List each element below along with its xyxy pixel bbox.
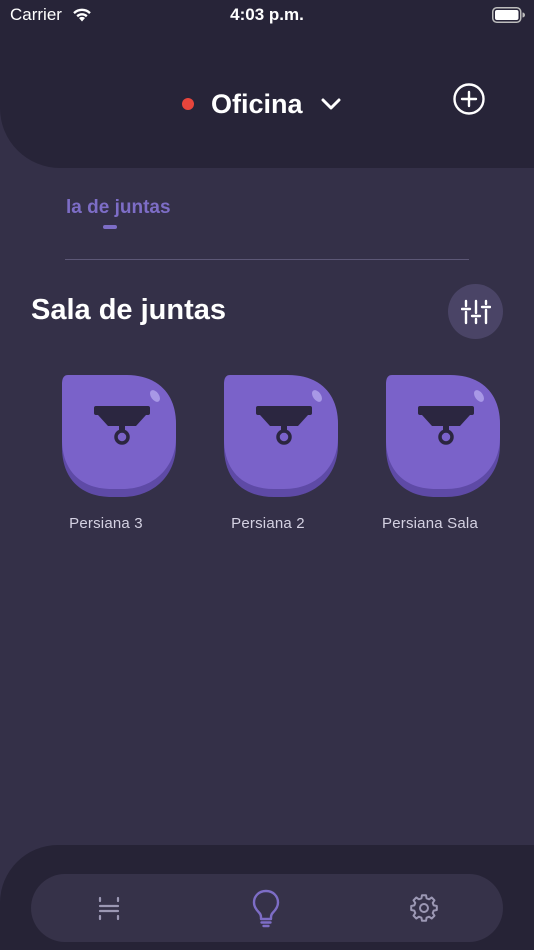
nav-item-settings[interactable]: [404, 888, 444, 928]
device-tile[interactable]: Persiana 2: [198, 375, 338, 535]
device-tile[interactable]: Persiana 3: [36, 375, 176, 535]
tab-indicator: [103, 225, 117, 229]
device-tile[interactable]: Persiana Sala: [360, 375, 500, 535]
location-name: Oficina: [211, 88, 303, 119]
device-label: Persiana 3: [69, 515, 143, 532]
bottom-nav: [31, 874, 503, 942]
status-bar: Carrier 4:03 p.m.: [0, 0, 534, 30]
location-selector[interactable]: Oficina: [182, 84, 341, 124]
sliders-icon: [460, 299, 491, 324]
chevron-down-icon: [321, 98, 341, 110]
blind-icon: [62, 375, 176, 497]
device-label: Persiana Sala: [382, 515, 478, 532]
bulb-icon: [252, 889, 280, 928]
section-title: Sala de juntas: [31, 294, 227, 326]
nav-item-devices[interactable]: [246, 888, 286, 928]
nav-item-scenes[interactable]: [89, 888, 129, 928]
device-grid: Persiana 3 Persiana 2 Persiana Sala: [0, 375, 534, 545]
blind-icon: [386, 375, 500, 497]
blind-icon: [224, 375, 338, 497]
add-circle-icon[interactable]: [452, 82, 486, 116]
tab-divider: [65, 259, 469, 260]
device-label: Persiana 2: [231, 515, 305, 532]
filter-button[interactable]: [448, 284, 503, 339]
tab-sala-de-juntas[interactable]: la de juntas: [66, 197, 206, 219]
gear-icon: [410, 894, 438, 922]
scenes-icon: [98, 896, 120, 921]
status-dot: [182, 98, 194, 110]
battery-icon: [492, 7, 525, 23]
clock: 4:03 p.m.: [230, 5, 304, 24]
